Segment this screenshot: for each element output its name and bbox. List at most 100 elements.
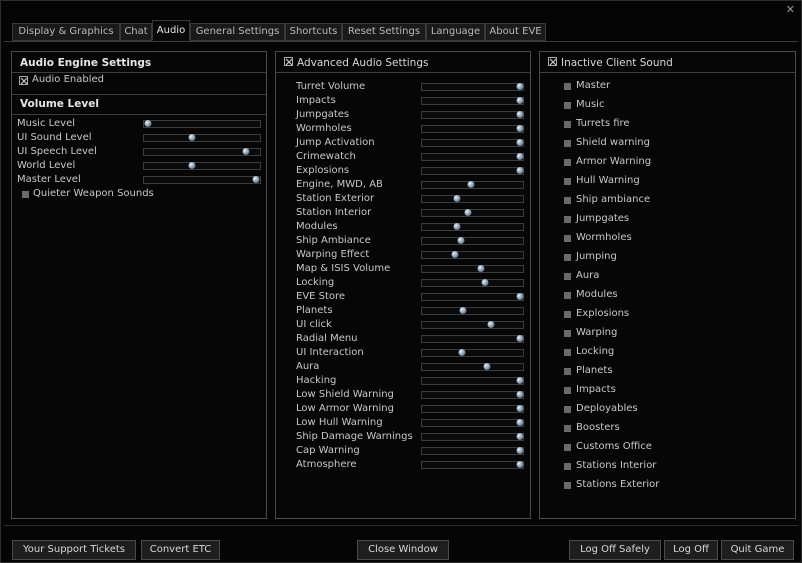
- volume-slider[interactable]: [143, 148, 261, 156]
- slider-knob[interactable]: [516, 335, 524, 342]
- inactive-sound-checkbox[interactable]: [564, 406, 571, 413]
- advanced-slider[interactable]: [421, 83, 524, 91]
- advanced-slider[interactable]: [421, 391, 524, 399]
- advanced-slider[interactable]: [421, 349, 524, 357]
- tab-reset-settings[interactable]: Reset Settings: [342, 23, 426, 41]
- advanced-slider[interactable]: [421, 419, 524, 427]
- advanced-slider[interactable]: [421, 223, 524, 231]
- advanced-audio-checkbox[interactable]: [284, 57, 293, 66]
- advanced-slider[interactable]: [421, 153, 524, 161]
- inactive-sound-checkbox[interactable]: [564, 197, 571, 204]
- inactive-sound-checkbox[interactable]: [564, 330, 571, 337]
- inactive-sound-checkbox[interactable]: [564, 311, 571, 318]
- slider-knob[interactable]: [453, 195, 461, 202]
- advanced-slider[interactable]: [421, 279, 524, 287]
- advanced-slider[interactable]: [421, 111, 524, 119]
- advanced-slider[interactable]: [421, 237, 524, 245]
- inactive-sound-checkbox[interactable]: [564, 444, 571, 451]
- slider-knob[interactable]: [477, 265, 485, 272]
- support-tickets-button[interactable]: Your Support Tickets: [12, 540, 136, 560]
- slider-knob[interactable]: [516, 83, 524, 90]
- slider-knob[interactable]: [453, 223, 461, 230]
- slider-knob[interactable]: [516, 167, 524, 174]
- inactive-sound-checkbox[interactable]: [564, 425, 571, 432]
- inactive-sound-checkbox[interactable]: [564, 159, 571, 166]
- inactive-sound-checkbox[interactable]: [564, 102, 571, 109]
- slider-knob[interactable]: [458, 349, 466, 356]
- advanced-slider[interactable]: [421, 293, 524, 301]
- inactive-sound-checkbox[interactable]: [564, 254, 571, 261]
- inactive-sound-checkbox[interactable]: [564, 463, 571, 470]
- slider-knob[interactable]: [516, 447, 524, 454]
- slider-knob[interactable]: [242, 148, 250, 155]
- advanced-slider[interactable]: [421, 265, 524, 273]
- slider-knob[interactable]: [516, 377, 524, 384]
- volume-slider[interactable]: [143, 176, 261, 184]
- slider-knob[interactable]: [464, 209, 472, 216]
- inactive-sound-checkbox[interactable]: [564, 83, 571, 90]
- tab-chat[interactable]: Chat: [120, 23, 152, 41]
- close-window-icon[interactable]: ✕: [786, 3, 795, 16]
- slider-knob[interactable]: [451, 251, 459, 258]
- slider-knob[interactable]: [188, 134, 196, 141]
- slider-knob[interactable]: [516, 419, 524, 426]
- close-window-button[interactable]: Close Window: [357, 540, 449, 560]
- slider-knob[interactable]: [481, 279, 489, 286]
- inactive-sound-checkbox[interactable]: [564, 349, 571, 356]
- volume-slider[interactable]: [143, 162, 261, 170]
- inactive-sound-checkbox[interactable]: [564, 216, 571, 223]
- advanced-slider[interactable]: [421, 251, 524, 259]
- quieter-weapon-sounds-checkbox[interactable]: [22, 191, 29, 198]
- advanced-slider[interactable]: [421, 181, 524, 189]
- inactive-client-checkbox[interactable]: [548, 57, 557, 66]
- advanced-slider[interactable]: [421, 139, 524, 147]
- slider-knob[interactable]: [252, 176, 260, 183]
- inactive-sound-checkbox[interactable]: [564, 387, 571, 394]
- slider-knob[interactable]: [459, 307, 467, 314]
- tab-general-settings[interactable]: General Settings: [190, 23, 285, 41]
- audio-enabled-checkbox[interactable]: [19, 76, 28, 85]
- inactive-sound-checkbox[interactable]: [564, 482, 571, 489]
- slider-knob[interactable]: [516, 111, 524, 118]
- advanced-slider[interactable]: [421, 447, 524, 455]
- tab-language[interactable]: Language: [426, 23, 485, 41]
- slider-knob[interactable]: [467, 181, 475, 188]
- slider-knob[interactable]: [516, 153, 524, 160]
- advanced-slider[interactable]: [421, 321, 524, 329]
- slider-knob[interactable]: [516, 461, 524, 468]
- slider-knob[interactable]: [457, 237, 465, 244]
- inactive-sound-checkbox[interactable]: [564, 368, 571, 375]
- tab-about-eve[interactable]: About EVE: [485, 23, 546, 41]
- advanced-slider[interactable]: [421, 195, 524, 203]
- advanced-slider[interactable]: [421, 405, 524, 413]
- slider-knob[interactable]: [516, 125, 524, 132]
- slider-knob[interactable]: [516, 391, 524, 398]
- log-off-safely-button[interactable]: Log Off Safely: [569, 540, 661, 560]
- tab-display-graphics[interactable]: Display & Graphics: [12, 23, 120, 41]
- slider-knob[interactable]: [516, 139, 524, 146]
- advanced-slider[interactable]: [421, 125, 524, 133]
- log-off-button[interactable]: Log Off: [664, 540, 718, 560]
- slider-knob[interactable]: [487, 321, 495, 328]
- advanced-slider[interactable]: [421, 363, 524, 371]
- slider-knob[interactable]: [516, 293, 524, 300]
- inactive-sound-checkbox[interactable]: [564, 140, 571, 147]
- slider-knob[interactable]: [516, 97, 524, 104]
- inactive-sound-checkbox[interactable]: [564, 178, 571, 185]
- advanced-slider[interactable]: [421, 209, 524, 217]
- advanced-slider[interactable]: [421, 307, 524, 315]
- slider-knob[interactable]: [483, 363, 491, 370]
- advanced-slider[interactable]: [421, 377, 524, 385]
- slider-knob[interactable]: [516, 433, 524, 440]
- slider-knob[interactable]: [516, 405, 524, 412]
- tab-audio[interactable]: Audio: [152, 20, 190, 41]
- advanced-slider[interactable]: [421, 461, 524, 469]
- slider-knob[interactable]: [188, 162, 196, 169]
- inactive-sound-checkbox[interactable]: [564, 235, 571, 242]
- volume-slider[interactable]: [143, 134, 261, 142]
- volume-slider[interactable]: [143, 120, 261, 128]
- advanced-slider[interactable]: [421, 167, 524, 175]
- advanced-slider[interactable]: [421, 335, 524, 343]
- convert-etc-button[interactable]: Convert ETC: [141, 540, 220, 560]
- slider-knob[interactable]: [144, 120, 152, 127]
